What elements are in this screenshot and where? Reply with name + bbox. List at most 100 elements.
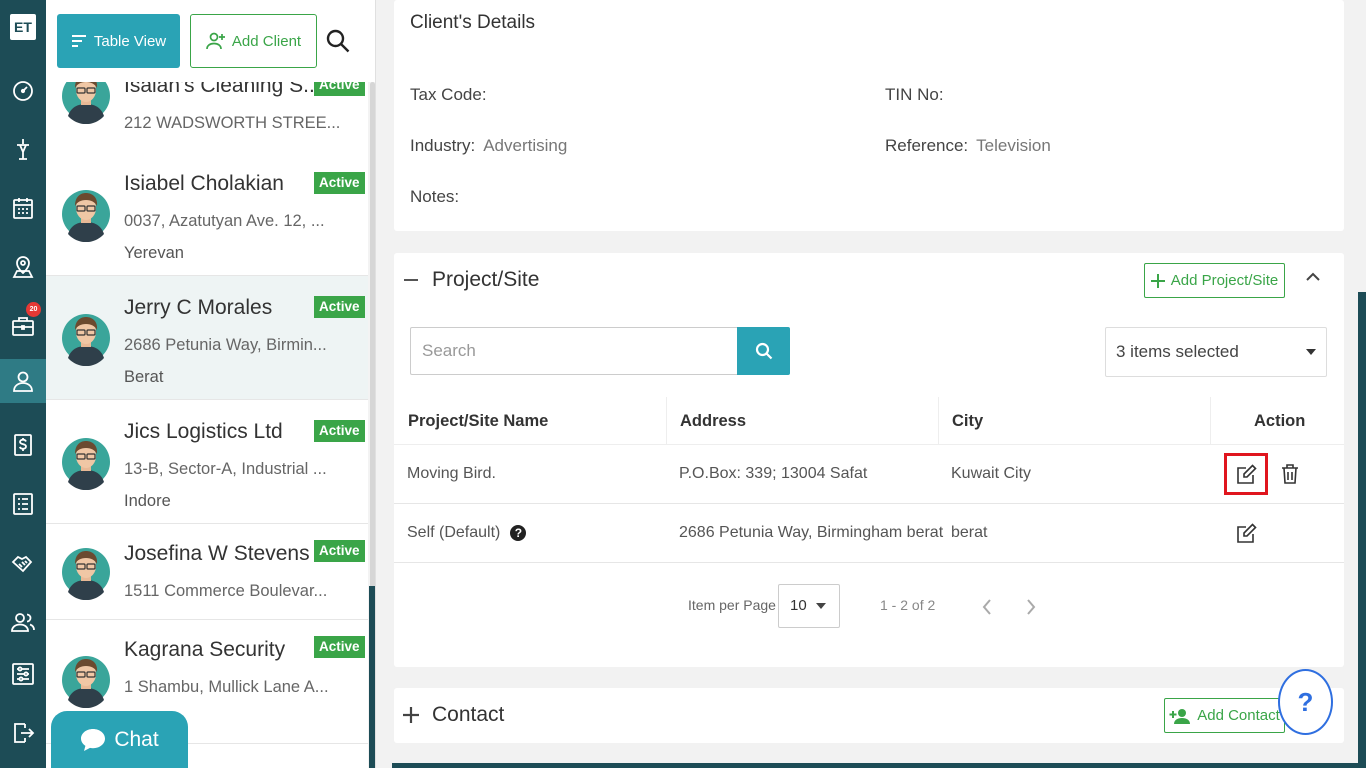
edit-icon[interactable] <box>1236 522 1258 544</box>
add-contact-button[interactable]: Add Contact <box>1164 698 1285 733</box>
industry-value: Advertising <box>483 136 568 155</box>
add-client-label: Add Client <box>231 32 302 50</box>
notification-badge: 20 <box>26 302 41 317</box>
reference-label: Reference: <box>885 136 969 155</box>
project-name: Self (Default) <box>407 524 501 541</box>
collapse-minus-icon[interactable] <box>404 279 418 281</box>
tin-label: TIN No: <box>885 85 944 104</box>
contact-card: Contact Add Contact <box>394 688 1344 743</box>
add-project-site-button[interactable]: Add Project/Site <box>1144 263 1285 298</box>
contact-title[interactable]: Contact <box>432 703 504 727</box>
project-city: Kuwait City <box>951 465 1032 482</box>
chevron-right-icon[interactable] <box>1024 597 1038 617</box>
bottom-bar <box>392 763 1366 768</box>
project-search-button[interactable] <box>737 327 790 375</box>
add-client-button[interactable]: Add Client <box>190 14 317 68</box>
settings-sliders-icon[interactable] <box>0 652 46 696</box>
client-name: Kagrana Security <box>124 638 286 661</box>
items-per-page-select[interactable]: 10 <box>778 584 840 628</box>
project-site-title[interactable]: Project/Site <box>432 268 539 292</box>
funnel-icon[interactable] <box>0 127 46 171</box>
map-pin-icon[interactable] <box>0 245 46 289</box>
column-divider <box>1210 397 1211 445</box>
avatar <box>62 314 110 366</box>
column-header[interactable]: Project/Site Name <box>408 397 548 445</box>
column-header[interactable]: City <box>952 397 983 445</box>
client-card[interactable]: Jics Logistics Ltd 13-B, Sector-A, Indus… <box>46 400 368 524</box>
dashboard-icon[interactable] <box>0 68 46 112</box>
chat-button[interactable]: Chat <box>51 711 188 768</box>
project-address: 2686 Petunia Way, Birmingham berat <box>679 524 944 541</box>
notes-field: Notes: <box>410 187 467 207</box>
help-icon[interactable]: ? <box>510 524 527 541</box>
chat-label: Chat <box>114 727 159 751</box>
edit-icon[interactable] <box>1236 463 1258 485</box>
client-card[interactable]: Isiabel Cholakian 0037, Azatutyan Ave. 1… <box>46 152 368 276</box>
search-icon <box>755 342 772 360</box>
client-city: Yerevan <box>124 244 184 262</box>
project-city: berat <box>951 524 988 541</box>
list-icon[interactable] <box>0 482 46 526</box>
client-name: Isiabel Cholakian <box>124 172 284 195</box>
project-name: Moving Bird. <box>407 465 496 482</box>
briefcase-icon[interactable]: 20 <box>0 302 46 348</box>
caret-down-icon <box>1306 349 1316 355</box>
project-name-cell: Self (Default)? <box>407 504 527 562</box>
project-address: P.O.Box: 339; 13004 Safat <box>679 465 868 482</box>
chevron-left-icon[interactable] <box>980 597 994 617</box>
client-name: Josefina W Stevens <box>124 542 310 565</box>
industry-field: Industry: Advertising <box>410 136 567 156</box>
table-view-button[interactable]: Table View <box>57 14 180 68</box>
status-badge: Active <box>314 420 365 442</box>
client-city: Indore <box>124 492 171 510</box>
client-address: 0037, Azatutyan Ave. 12, ... <box>124 212 325 230</box>
avatar <box>62 656 110 708</box>
help-button[interactable]: ? <box>1278 669 1333 735</box>
column-header: Action <box>1254 412 1306 430</box>
project-search-input[interactable] <box>410 327 738 375</box>
columns-select[interactable]: 3 items selected <box>1105 327 1327 377</box>
client-address: 1511 Commerce Boulevar... <box>124 582 328 600</box>
plus-icon <box>1150 273 1165 288</box>
trash-icon[interactable] <box>1280 463 1300 485</box>
users-icon[interactable] <box>0 600 46 644</box>
status-badge: Active <box>314 172 365 194</box>
app-logo[interactable]: ET <box>10 14 36 40</box>
client-city: Berat <box>124 368 164 386</box>
user-icon[interactable] <box>0 359 46 403</box>
avatar <box>62 438 110 490</box>
tax-code-label: Tax Code: <box>410 85 487 104</box>
column-header[interactable]: Address <box>680 397 746 445</box>
items-per-page-label: Item per Page <box>688 597 776 613</box>
avatar <box>62 190 110 242</box>
nav-rail: ET 20 <box>0 0 46 768</box>
chevron-up-icon[interactable] <box>1304 269 1322 283</box>
search-icon[interactable] <box>325 28 351 54</box>
status-badge: Active <box>314 636 365 658</box>
client-name: Jerry C Morales <box>124 296 273 319</box>
logout-icon[interactable] <box>0 711 46 755</box>
main-scrollbar-edge <box>1358 292 1366 768</box>
client-name: Jics Logistics Ltd <box>124 420 283 443</box>
dollar-icon[interactable] <box>0 423 46 467</box>
project-site-card: Project/Site Add Project/Site 3 items se… <box>394 253 1344 667</box>
add-project-site-label: Add Project/Site <box>1170 272 1279 289</box>
columns-select-value: 3 items selected <box>1116 342 1239 361</box>
client-address: 1 Shambu, Mullick Lane A... <box>124 678 329 696</box>
client-card[interactable]: Josefina W Stevens 1511 Commerce Bouleva… <box>46 524 368 620</box>
tax-code-field: Tax Code: <box>410 85 495 105</box>
client-details-card: Client's Details Tax Code: TIN No: Indus… <box>394 0 1344 231</box>
industry-label: Industry: <box>410 136 476 155</box>
client-address: 2686 Petunia Way, Birmin... <box>124 336 327 354</box>
calendar-icon[interactable] <box>0 186 46 230</box>
items-per-page-value: 10 <box>790 597 807 614</box>
caret-down-icon <box>816 603 826 609</box>
expand-plus-icon[interactable] <box>403 707 419 723</box>
table-row: Self (Default)? 2686 Petunia Way, Birmin… <box>394 504 1344 563</box>
client-card-selected[interactable]: Jerry C Morales 2686 Petunia Way, Birmin… <box>46 276 368 400</box>
chat-bubble-icon <box>81 728 106 751</box>
column-divider <box>666 397 667 445</box>
status-badge: Active <box>314 296 365 318</box>
handshake-icon[interactable] <box>0 541 46 585</box>
pagination-range: 1 - 2 of 2 <box>880 597 936 613</box>
